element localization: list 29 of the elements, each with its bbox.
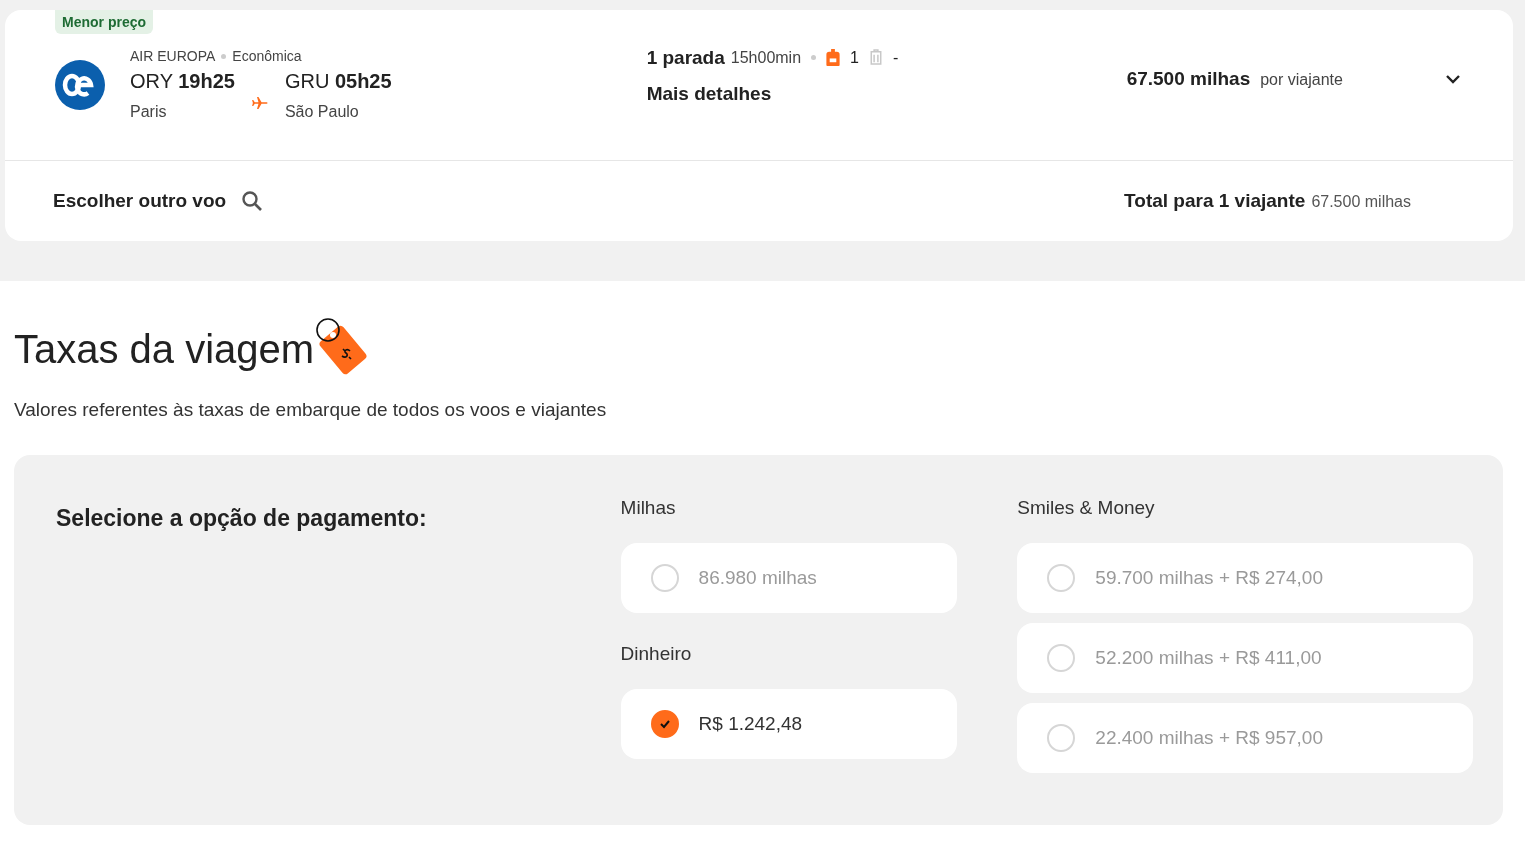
payment-option[interactable]: R$ 1.242,48 xyxy=(620,689,958,759)
price-per-traveler: 67.500 milhas xyxy=(1126,67,1251,90)
airline-logo-icon xyxy=(55,59,105,110)
payment-prompt: Selecione a opção de pagamento: xyxy=(56,505,428,533)
choose-other-flight-button[interactable]: Escolher outro voo xyxy=(53,189,265,213)
checked-bag-count: - xyxy=(892,48,899,67)
arrival-city: São Paulo xyxy=(284,103,360,121)
arrival-time: GRU 05h25 xyxy=(284,70,392,93)
option-group-label: Dinheiro xyxy=(620,643,693,665)
total-label: Total para 1 viajante xyxy=(1124,190,1306,212)
section-title: Taxas da viagem xyxy=(14,327,315,372)
departure-time: ORY 19h25 xyxy=(130,70,235,93)
carry-on-count: 1 xyxy=(850,48,859,67)
lowest-price-badge: Menor preço xyxy=(55,10,153,34)
price-unit: por viajante xyxy=(1260,70,1343,89)
total-value: 67.500 milhas xyxy=(1311,193,1411,211)
option-group-label: Milhas xyxy=(620,497,677,519)
airline-name: AIR EUROPA xyxy=(130,48,216,64)
departure-city: Paris xyxy=(130,103,168,121)
section-subtitle: Valores referentes às taxas de embarque de todos os voos e viajantes xyxy=(14,399,608,421)
chevron-icon xyxy=(1445,73,1461,84)
backpack-icon xyxy=(826,49,841,66)
flight-duration: 15h00min xyxy=(730,48,802,67)
cabin-class: Econômica xyxy=(232,48,302,64)
suitcase-icon xyxy=(868,49,883,66)
option-group-label: Smiles & Money xyxy=(1017,497,1156,519)
more-details-link[interactable]: Mais detalhes xyxy=(646,82,1127,105)
stops-count: 1 parada xyxy=(646,46,725,69)
radio-button[interactable] xyxy=(650,710,679,738)
